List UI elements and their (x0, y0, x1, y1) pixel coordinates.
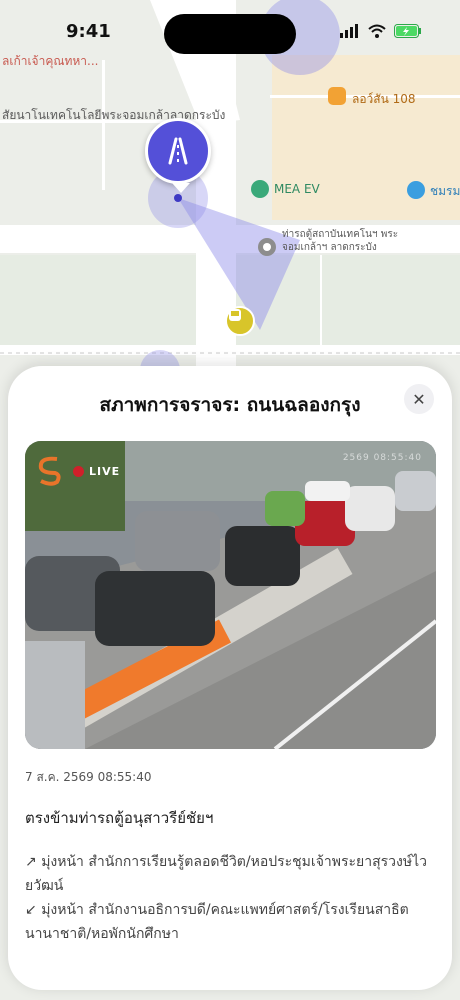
close-button[interactable]: ✕ (404, 384, 434, 414)
arrow-northeast-icon: ↗ (25, 854, 37, 870)
direction-item: ↗ มุ่งหน้า สำนักการเรียนรู้ตลอดชีวิต/หอป… (25, 850, 435, 898)
screen: ลเก้าเจ้าคุณทหา... สัยนาโนเทคโนโลยีพระจอ… (0, 0, 460, 1000)
live-dot-icon (73, 466, 84, 477)
wifi-icon (368, 24, 386, 38)
snapshot-timestamp: 7 ส.ค. 2569 08:55:40 (25, 770, 152, 784)
close-icon: ✕ (412, 389, 426, 409)
bus-icon (229, 309, 241, 321)
sheet-title: สภาพการจราจร: ถนนฉลองกรุง (99, 394, 361, 416)
camera-pin[interactable] (145, 118, 211, 193)
signal-icon (340, 24, 358, 38)
status-bar: 9:41 (0, 0, 460, 66)
direction-text: มุ่งหน้า สำนักการเรียนรู้ตลอดชีวิต/หอประ… (25, 854, 427, 894)
live-badge: LIVE (73, 465, 120, 478)
map-label-shop[interactable]: ลอว์สัน 108 (352, 90, 416, 109)
arrow-southwest-icon: ↙ (25, 902, 37, 918)
camera-feed[interactable]: LIVE 2569 08:55:40 (25, 441, 436, 749)
status-icons (340, 24, 422, 38)
direction-text: มุ่งหน้า สำนักงานอธิการบดี/คณะแพทย์ศาสตร… (25, 902, 409, 942)
status-time: 9:41 (66, 21, 111, 42)
live-label: LIVE (89, 465, 121, 478)
traffic-sheet: สภาพการจราจร: ถนนฉลองกรุง ✕ LIVE 2569 08… (8, 366, 452, 990)
camera-image (25, 441, 436, 749)
camera-stamp: 2569 08:55:40 (342, 453, 422, 463)
direction-item: ↙ มุ่งหน้า สำนักงานอธิการบดี/คณะแพทย์ศาส… (25, 898, 435, 946)
battery-icon (394, 24, 421, 38)
road-icon (168, 137, 188, 165)
map-label-club[interactable]: ชมรม (430, 182, 460, 201)
bus-stop-marker[interactable] (225, 306, 255, 336)
map-label-ev[interactable]: MEA EV (274, 182, 320, 196)
map-label-stop[interactable]: ท่ารถตู้สถาบันเทคโนฯ พระจอมเกล้าฯ ลาดกระ… (282, 228, 412, 254)
dynamic-island (164, 14, 296, 54)
camera-location: ตรงข้ามท่ารถตู้อนุสาวรีย์ชัยฯ (25, 809, 214, 827)
camera-logo-icon (38, 456, 61, 486)
